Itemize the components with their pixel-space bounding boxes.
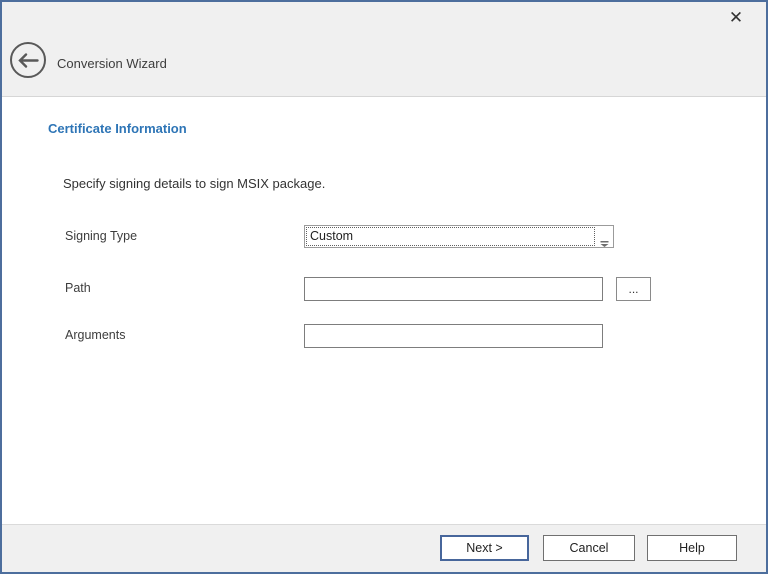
browse-button[interactable]: ... <box>616 277 651 301</box>
page-description: Specify signing details to sign MSIX pac… <box>63 176 325 191</box>
dropdown-arrow-icon[interactable] <box>600 234 609 240</box>
back-arrow-icon <box>18 53 39 68</box>
wizard-title: Conversion Wizard <box>57 56 167 72</box>
help-button[interactable]: Help <box>647 535 737 561</box>
next-button[interactable]: Next > <box>440 535 529 561</box>
signing-type-label: Signing Type <box>65 228 137 244</box>
page-title: Certificate Information <box>48 121 187 136</box>
cancel-button[interactable]: Cancel <box>543 535 635 561</box>
arguments-label: Arguments <box>65 327 125 343</box>
close-icon[interactable]: ✕ <box>725 7 747 29</box>
signing-type-combobox[interactable]: Custom <box>304 225 614 248</box>
back-button[interactable] <box>10 42 46 78</box>
path-label: Path <box>65 280 91 296</box>
signing-type-value: Custom <box>310 228 353 245</box>
path-input[interactable] <box>304 277 603 301</box>
arguments-input[interactable] <box>304 324 603 348</box>
wizard-header: ✕ Conversion Wizard <box>0 0 768 97</box>
